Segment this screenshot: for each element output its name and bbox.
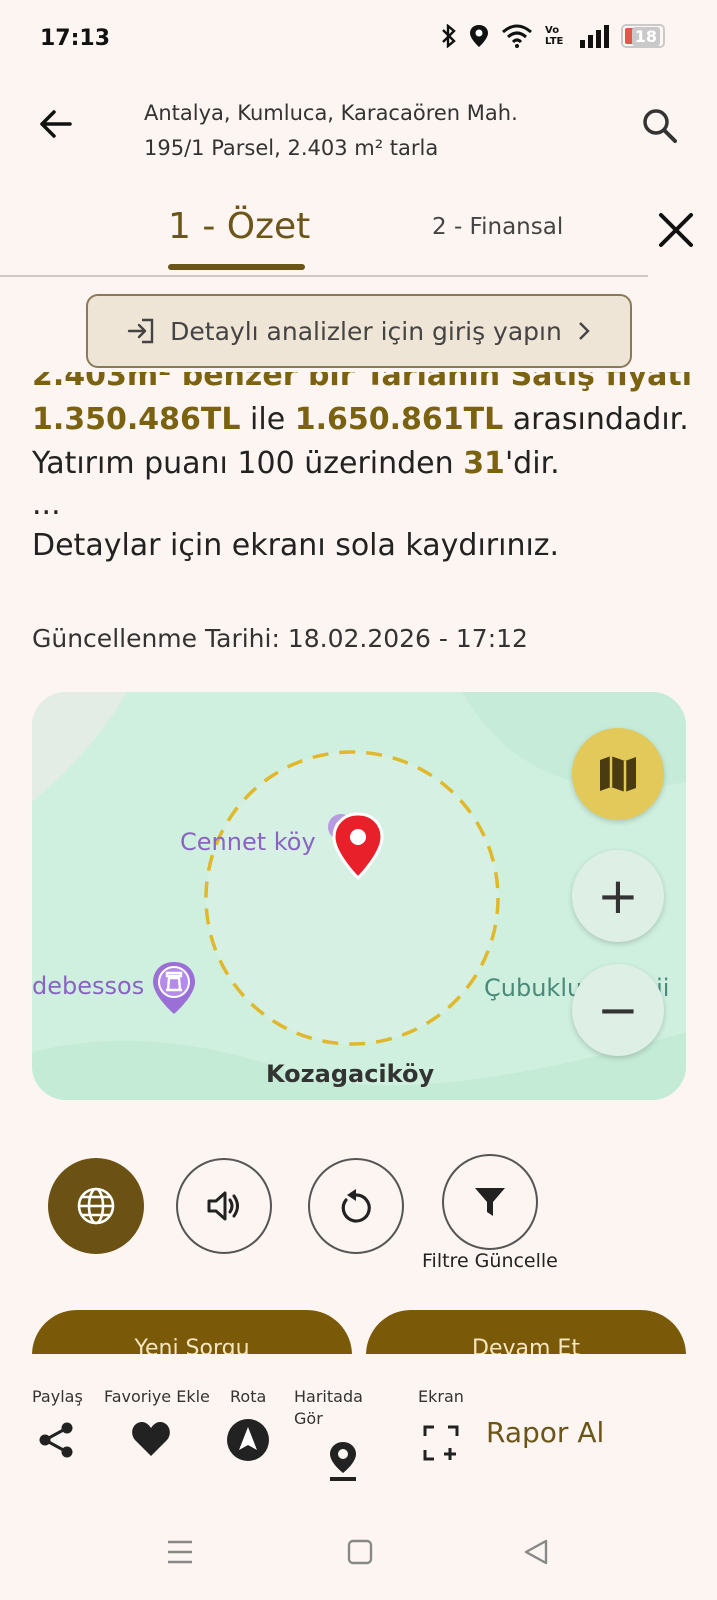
refresh-button[interactable] [308, 1158, 404, 1254]
favorite-label: Favoriye Ekle [104, 1387, 210, 1406]
map-layers-button[interactable] [572, 728, 664, 820]
close-button[interactable] [658, 212, 694, 248]
globe-icon [77, 1187, 115, 1225]
screenshot-icon [423, 1425, 459, 1461]
globe-button[interactable] [48, 1158, 144, 1254]
login-button-label: Detaylı analizler için giriş yapın [170, 316, 562, 346]
menu-nav-button[interactable] [166, 1538, 194, 1570]
price-low: 1.350.486TL [32, 402, 241, 437]
price-range-line: 1.350.486TL ile 1.650.861TL arasındadır. [32, 402, 689, 437]
back-button[interactable] [36, 104, 76, 144]
location-icon [470, 25, 488, 47]
back-nav-button[interactable] [522, 1538, 550, 1570]
primary-actions: Yeni Sorgu Devam Et [0, 1310, 717, 1354]
login-button[interactable]: Detaylı analizler için giriş yapın [86, 294, 632, 368]
page-title: Antalya, Kumluca, Karacaören Mah. 195/1 … [144, 96, 518, 166]
signal-icon [580, 25, 609, 48]
bluetooth-icon [442, 24, 456, 48]
title-location: Antalya, Kumluca, Karacaören Mah. [144, 101, 518, 125]
menu-icon [168, 1540, 192, 1564]
show-on-map-button[interactable] [326, 1440, 360, 1486]
refresh-icon [341, 1189, 371, 1223]
filter-update-label: Filtre Güncelle [422, 1250, 558, 1272]
route-label: Rota [230, 1387, 267, 1406]
continue-button[interactable]: Devam Et [366, 1310, 686, 1354]
map-label-kozagacikoy: Kozagaciköy [266, 1060, 435, 1088]
share-icon [39, 1422, 73, 1458]
tabs-divider [0, 275, 648, 277]
status-time: 17:13 [40, 26, 111, 51]
close-icon [659, 213, 693, 247]
price-high: 1.650.861TL [294, 402, 504, 437]
map-label-debessos: debessos [32, 972, 145, 1000]
square-icon [347, 1539, 373, 1565]
summary-clipped-line: 2.403m² benzer bir Tarlanın Satış fiyatı [32, 372, 692, 393]
route-button[interactable] [226, 1418, 270, 1466]
map-icon [600, 756, 636, 792]
map-pin-icon [330, 1442, 356, 1481]
map-label-cennet: Cennet köy [180, 828, 316, 856]
arrow-left-icon [40, 110, 72, 138]
investment-score-line: Yatırım puanı 100 üzerinden 31'dir. [32, 446, 560, 481]
location-pin-icon [332, 812, 384, 881]
favorite-button[interactable] [130, 1420, 172, 1462]
triangle-back-icon [524, 1539, 548, 1565]
zoom-out-button[interactable]: − [572, 964, 664, 1056]
new-query-button[interactable]: Yeni Sorgu [32, 1310, 352, 1354]
navigation-icon [227, 1419, 269, 1461]
wifi-icon [502, 24, 532, 48]
summary-ellipsis: ... [32, 487, 61, 522]
share-button[interactable] [36, 1420, 76, 1464]
investment-score: 31 [463, 446, 505, 481]
tab-finansal[interactable]: 2 - Finansal [432, 214, 563, 240]
zoom-in-button[interactable]: + [572, 850, 664, 942]
screenshot-button[interactable] [422, 1424, 460, 1466]
plus-icon: + [597, 867, 639, 925]
login-icon [127, 318, 154, 344]
filter-icon [475, 1188, 505, 1216]
active-tab-indicator [168, 264, 305, 270]
update-date: Güncellenme Tarihi: 18.02.2026 - 17:12 [32, 624, 528, 653]
summary-text: 2.403m² benzer bir Tarlanın Satış fiyatı… [32, 372, 712, 568]
status-icons: Vo LTE 18 [441, 24, 665, 48]
search-button[interactable] [640, 106, 680, 146]
sound-button[interactable] [176, 1158, 272, 1254]
landmark-icon [153, 962, 195, 1014]
filter-update-button[interactable] [442, 1154, 538, 1250]
share-label: Paylaş [32, 1387, 83, 1406]
heart-icon [132, 1422, 170, 1456]
map-view[interactable]: Cennet köy debessos Çubuklu mevkii Kozag… [32, 692, 686, 1100]
search-icon [643, 109, 677, 143]
home-nav-button[interactable] [346, 1538, 374, 1570]
volte-indicator: Vo LTE [545, 25, 564, 47]
screen-label: Ekran [418, 1387, 464, 1406]
report-button[interactable]: Rapor Al [486, 1416, 604, 1449]
tab-ozet[interactable]: 1 - Özet [168, 206, 310, 247]
battery-indicator: 18 [621, 24, 665, 48]
chevron-right-icon [578, 322, 590, 340]
minus-icon: − [597, 981, 639, 1039]
show-on-map-label: Haritada Gör [294, 1387, 363, 1428]
swipe-hint: Detaylar için ekranı sola kaydırınız. [32, 528, 560, 563]
title-parcel: 195/1 Parsel, 2.403 m² tarla [144, 136, 439, 160]
speaker-icon [207, 1191, 239, 1221]
